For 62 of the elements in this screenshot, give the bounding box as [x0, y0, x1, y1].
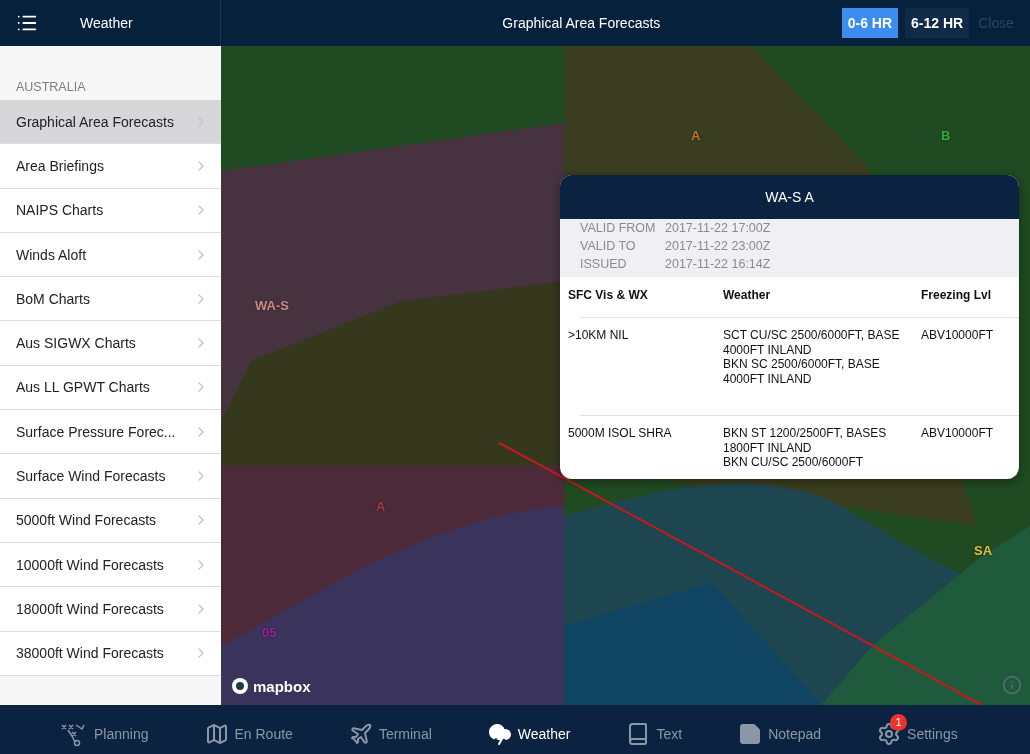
tab-label: Weather — [517, 725, 571, 742]
table-cell-text: ABV10000FT — [921, 425, 995, 442]
validity-value: 2017-11-22 16:14Z — [665, 256, 772, 272]
sidebar-item[interactable]: BoM Charts — [0, 277, 221, 322]
table-cell-text: BKN SC 2500/6000FT, BASE 4000FT INLAND — [723, 357, 881, 386]
tab-bar-item[interactable]: 1 Settings — [877, 713, 958, 746]
map-attribution[interactable]: mapbox — [253, 677, 311, 695]
logo-icon — [231, 677, 249, 695]
page-title: Graphical Area Forecasts — [501, 15, 662, 31]
tab-label: Terminal — [378, 725, 432, 742]
section-header: AUSTRALIA — [15, 80, 87, 96]
tab-bar-item[interactable]: Weather — [487, 713, 571, 746]
validity-value: 2017-11-22 23:00Z — [665, 238, 772, 254]
map-label: SA — [974, 543, 993, 558]
validity-label: VALID TO — [580, 238, 637, 254]
sidebar-item[interactable]: 18000ft Wind Forecasts — [0, 587, 221, 632]
sidebar-item[interactable]: Graphical Area Forecasts — [0, 100, 221, 145]
popover-title: WA-S A — [560, 175, 1019, 219]
map-label: A — [691, 128, 701, 143]
tab-label: Notepad — [768, 725, 822, 742]
map-label: 05 — [262, 625, 277, 640]
sidebar-item[interactable]: 5000ft Wind Forecasts — [0, 498, 221, 543]
tab-label: Text — [656, 725, 683, 742]
table-cell-text: >10KM NIL — [568, 327, 630, 344]
validity-label: VALID FROM — [580, 220, 657, 236]
tab-bar-item[interactable]: Planning — [60, 712, 149, 747]
validity-value: 2017-11-22 17:00Z — [665, 220, 772, 236]
tab-bar-item[interactable]: Notepad — [738, 713, 822, 746]
column-header: SFC Vis & WX — [568, 287, 649, 304]
sidebar-item[interactable]: 10000ft Wind Forecasts — [0, 542, 221, 588]
sidebar-item[interactable]: Surface Pressure Forec... — [0, 410, 221, 455]
sidebar-item[interactable]: Area Briefings — [0, 144, 221, 189]
sidebar-title: Weather — [80, 15, 133, 31]
validity-label: ISSUED — [580, 256, 628, 272]
table-cell-text: BKN ST 1200/2500FT, BASES 1800FT INLAND — [723, 426, 888, 455]
tab-bar-item[interactable]: En Route — [204, 713, 293, 746]
time-range-button[interactable]: 6-12 HR — [905, 8, 970, 38]
table-cell-text: ABV10000FT — [921, 327, 995, 344]
column-header: Weather — [723, 287, 772, 304]
column-header: Freezing Lvl — [921, 287, 992, 304]
table-cell-text: 5000M ISOL SHRA — [568, 425, 673, 442]
sidebar-item[interactable]: Surface Wind Forecasts — [0, 454, 221, 499]
sidebar-item[interactable]: Aus SIGWX Charts — [0, 321, 221, 366]
sidebar-item[interactable]: NAIPS Charts — [0, 188, 221, 233]
tab-label: Planning — [94, 725, 149, 742]
tab-bar-item[interactable]: Terminal — [348, 713, 432, 746]
map-label: WA-S — [255, 298, 289, 313]
cloud-lightning-icon — [487, 721, 512, 746]
map-label: A — [376, 499, 386, 514]
sidebar-item[interactable]: 38000ft Wind Forecasts — [0, 631, 221, 676]
tab-label: En Route — [234, 725, 293, 742]
sidebar-item[interactable]: Aus LL GPWT Charts — [0, 365, 221, 411]
map-icon — [204, 721, 229, 746]
map-label: B — [941, 128, 951, 143]
plane-icon — [348, 721, 373, 746]
table-cell-text: BKN CU/SC 2500/6000FT — [723, 455, 865, 470]
table-cell-text: SCT CU/SC 2500/6000FT, BASE 4000FT INLAND — [723, 328, 901, 357]
sidebar-item[interactable]: Winds Aloft — [0, 232, 221, 278]
tab-bar-item[interactable]: Text — [626, 713, 683, 746]
notification-badge: 1 — [890, 713, 908, 731]
note-icon — [738, 721, 763, 746]
tab-label: Settings — [907, 725, 958, 742]
